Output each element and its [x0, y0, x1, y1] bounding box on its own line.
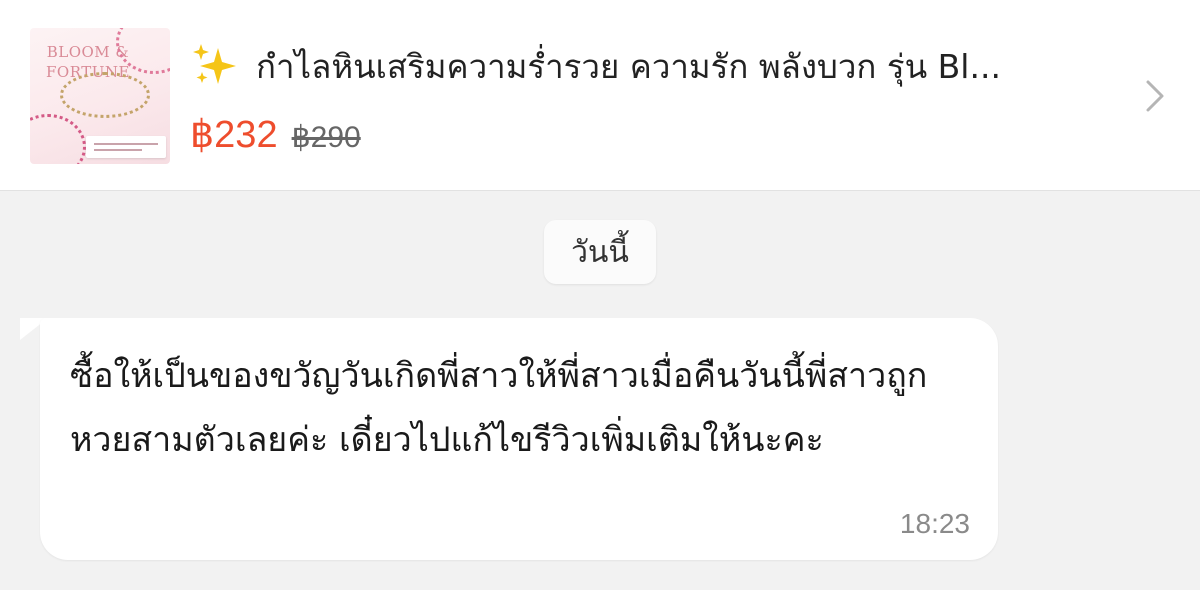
message-text: ซื้อให้เป็นของขวัญวันเกิดพี่สาวให้พี่สาว…: [70, 356, 928, 460]
product-card[interactable]: BLOOM & FORTUNE กำไลหินเสริมความร่ำรวย ค…: [0, 0, 1200, 191]
sparkles-icon: [193, 44, 236, 84]
chevron-right-icon[interactable]: [1140, 78, 1168, 114]
date-separator: วันนี้: [544, 220, 656, 284]
bracelet-image: [30, 114, 86, 164]
original-price: ฿290: [291, 121, 361, 154]
price-row: ฿232 ฿290: [190, 112, 361, 158]
product-thumbnail[interactable]: BLOOM & FORTUNE: [30, 28, 170, 164]
bracelet-image: [60, 72, 150, 118]
date-label: วันนี้: [571, 234, 629, 270]
message-bubble[interactable]: ซื้อให้เป็นของขวัญวันเกิดพี่สาวให้พี่สาว…: [40, 318, 998, 560]
product-title: กำไลหินเสริมความร่ำรวย ความรัก พลังบวก ร…: [256, 47, 1001, 86]
message-timestamp: 18:23: [899, 508, 970, 539]
thumbnail-card: [86, 136, 166, 158]
current-price: ฿232: [190, 114, 278, 156]
